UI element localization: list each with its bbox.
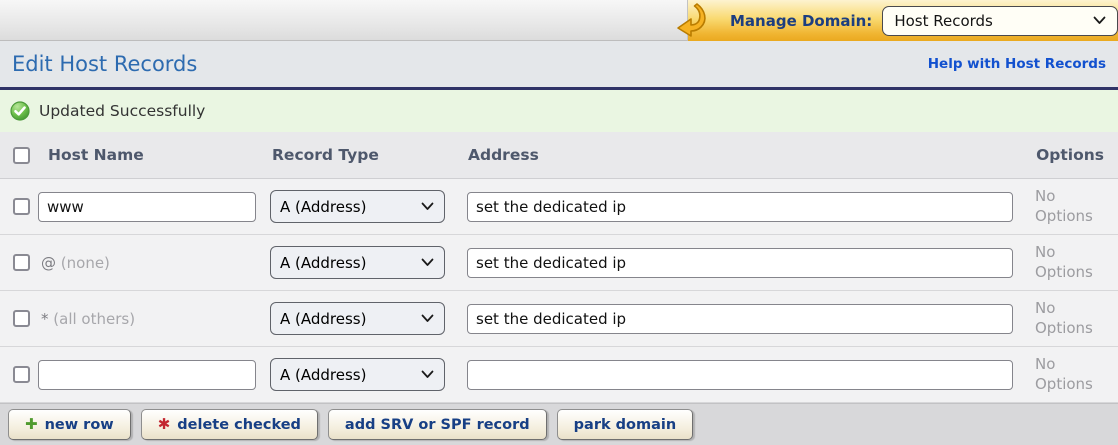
column-header-address: Address [455,146,1020,164]
manage-domain-area: Manage Domain: Host Records [688,0,1118,41]
host-name-static: * (all others) [41,310,268,328]
new-row-button-label: new row [45,417,114,433]
asterisk-icon: ✱ [158,417,171,432]
row-options-text: No Options [1020,355,1098,394]
manage-domain-select-value: Host Records [894,12,993,30]
title-bar: Edit Host Records Help with Host Records [0,41,1118,87]
host-note: (none) [61,254,110,272]
chevron-down-icon [421,202,434,211]
chevron-down-icon [421,370,434,379]
record-type-select[interactable]: A (Address) [270,246,445,279]
row-checkbox[interactable] [13,254,30,271]
table-row: @ (none) A (Address) No Options [0,235,1118,291]
table-row: * (all others) A (Address) No Options [0,291,1118,347]
select-all-checkbox[interactable] [13,147,30,164]
park-domain-button[interactable]: park domain [557,409,694,440]
column-header-host-name: Host Name [38,146,268,164]
status-message-bar: Updated Successfully [0,87,1118,132]
add-srv-spf-button[interactable]: add SRV or SPF record [328,409,547,440]
park-domain-button-label: park domain [574,417,677,433]
new-row-button[interactable]: ✚ new row [8,409,131,440]
address-input[interactable] [467,360,1013,390]
record-type-select[interactable]: A (Address) [270,358,445,391]
help-link[interactable]: Help with Host Records [928,56,1106,72]
host-name-static: @ (none) [41,254,268,272]
delete-checked-button[interactable]: ✱ delete checked [141,409,318,440]
page-title: Edit Host Records [12,52,197,76]
row-checkbox[interactable] [13,198,30,215]
plus-icon: ✚ [25,417,38,432]
add-srv-spf-button-label: add SRV or SPF record [345,417,530,433]
record-type-value: A (Address) [280,198,366,216]
manage-domain-select[interactable]: Host Records [882,6,1118,36]
record-type-select[interactable]: A (Address) [270,302,445,335]
manage-domain-label: Manage Domain: [730,12,872,30]
address-input[interactable] [467,248,1013,278]
host-symbol: @ [41,254,56,272]
status-message: Updated Successfully [39,102,205,120]
record-type-value: A (Address) [280,310,366,328]
action-button-bar: ✚ new row ✱ delete checked add SRV or SP… [0,403,1118,445]
host-name-input[interactable] [38,192,256,222]
curved-arrow-icon [674,2,710,38]
address-input[interactable] [467,192,1013,222]
host-name-input[interactable] [38,360,256,390]
address-input[interactable] [467,304,1013,334]
row-checkbox[interactable] [13,366,30,383]
host-symbol: * [41,310,49,328]
top-toolbar: Manage Domain: Host Records [0,0,1118,41]
toolbar-empty-area [0,0,688,41]
row-options-text: No Options [1020,187,1098,226]
column-header-options: Options [1020,146,1118,164]
chevron-down-icon [1093,16,1106,25]
host-note: (all others) [53,310,135,328]
row-options-text: No Options [1020,299,1098,338]
chevron-down-icon [421,314,434,323]
record-type-value: A (Address) [280,366,366,384]
column-header-record-type: Record Type [268,146,455,164]
table-row: A (Address) No Options [0,179,1118,235]
delete-checked-button-label: delete checked [177,417,301,433]
row-checkbox[interactable] [13,310,30,327]
check-circle-icon [10,101,30,121]
chevron-down-icon [421,258,434,267]
table-row: A (Address) No Options [0,347,1118,403]
row-options-text: No Options [1020,243,1098,282]
record-type-select[interactable]: A (Address) [270,190,445,223]
record-type-value: A (Address) [280,254,366,272]
table-header-row: Host Name Record Type Address Options [0,132,1118,179]
